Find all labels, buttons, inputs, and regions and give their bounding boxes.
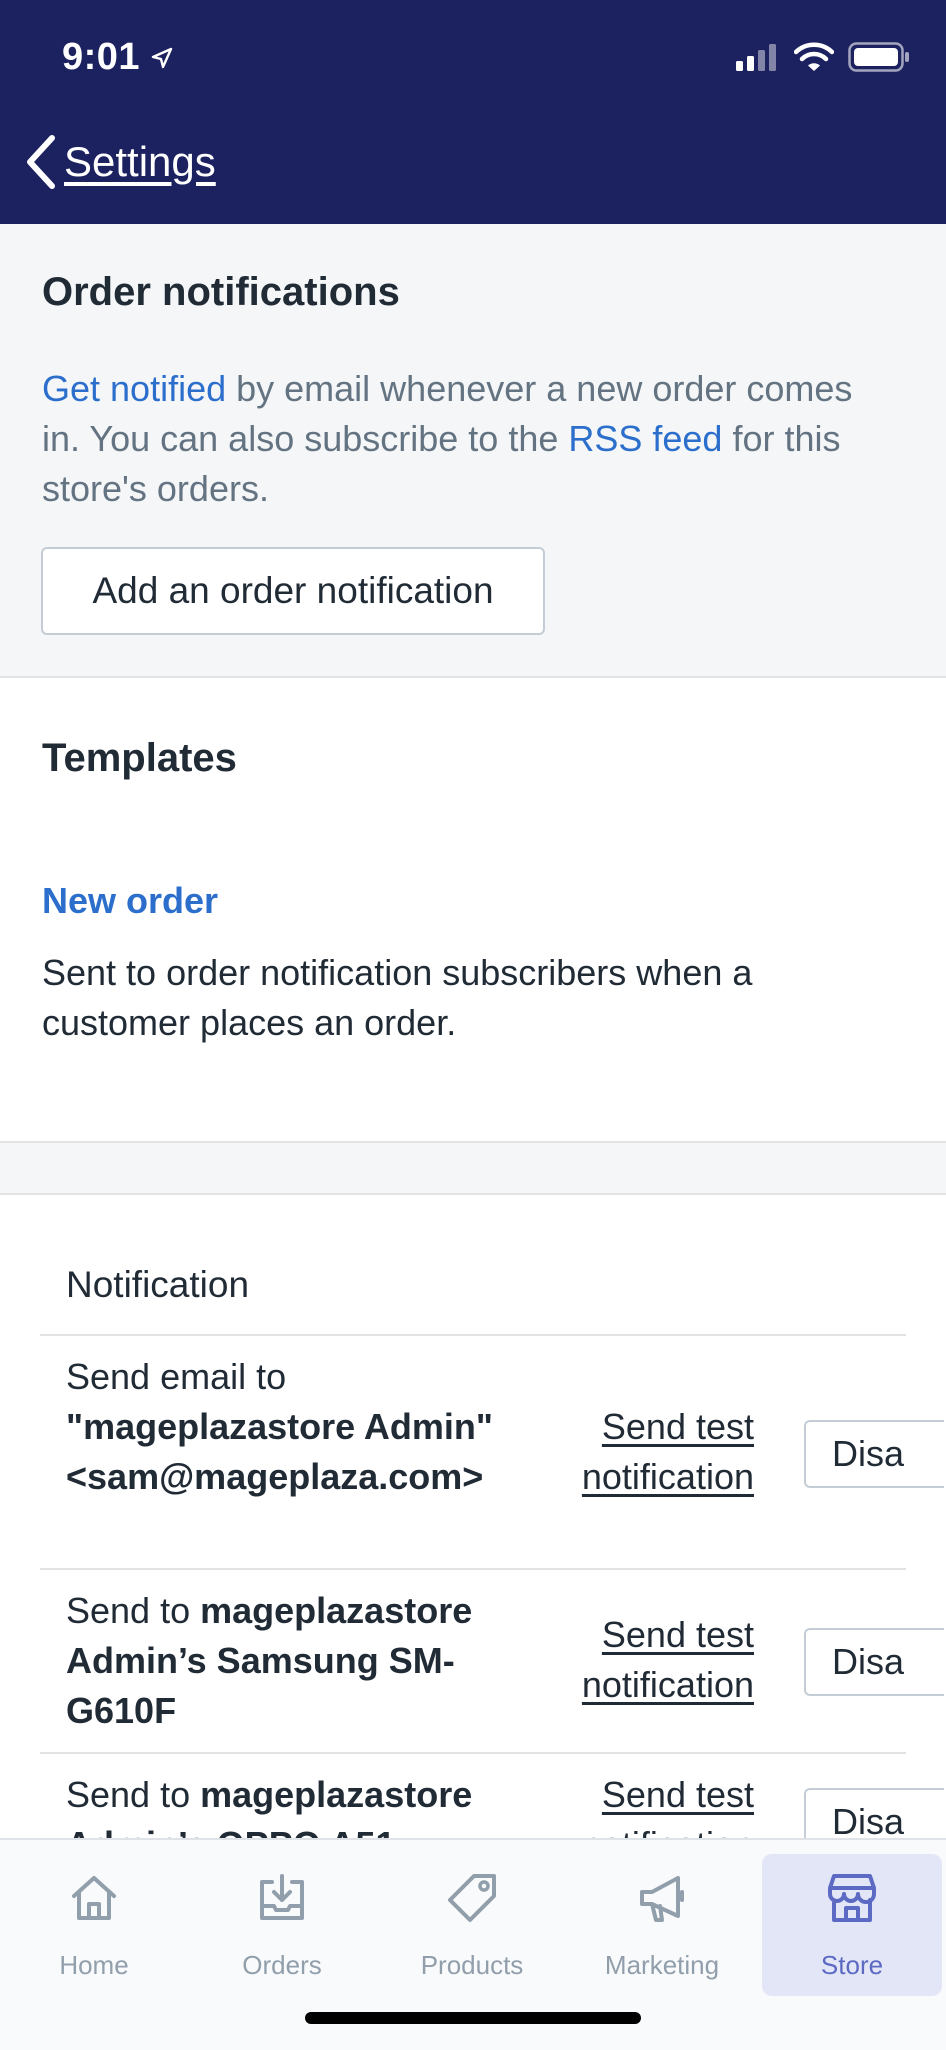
chevron-left-icon: [27, 135, 55, 189]
battery-icon: [848, 42, 909, 72]
tab-store[interactable]: Store: [762, 1854, 942, 1996]
store-icon: [828, 1874, 876, 1922]
table-row: Send email to "mageplazastore Admin" <sa…: [40, 1334, 944, 1568]
table-header-notification: Notification: [66, 1264, 250, 1305]
template-new-order-link[interactable]: New order: [42, 880, 218, 922]
get-notified-link[interactable]: Get notified: [42, 368, 226, 409]
section-title: Templates: [42, 736, 237, 780]
row-description: Send to mageplazastore Admin’s OPPO A51w: [66, 1774, 473, 1838]
location-arrow-icon: [151, 47, 173, 68]
table-row: Send to mageplazastore Admin’s Samsung S…: [40, 1568, 944, 1752]
tab-marketing[interactable]: Marketing: [572, 1854, 752, 1996]
home-indicator: [305, 2012, 641, 2024]
status-time: 9:01: [62, 36, 174, 79]
tab-orders[interactable]: Orders: [192, 1854, 372, 1996]
section-title: Order notifications: [42, 270, 400, 314]
send-test-notification-link[interactable]: Send test notification: [534, 1402, 754, 1502]
status-icons: [736, 42, 910, 72]
scroll-content[interactable]: Order notifications Get notified by emai…: [0, 0, 946, 1838]
wifi-icon: [794, 42, 834, 71]
back-button[interactable]: Settings: [22, 134, 216, 190]
section-divider: [0, 1141, 946, 1195]
cellular-signal-icon: [736, 44, 776, 71]
disable-button[interactable]: Disa: [804, 1420, 944, 1488]
tab-products[interactable]: Products: [382, 1854, 562, 1996]
send-test-notification-link[interactable]: Send test notification: [534, 1770, 754, 1838]
top-navigation-bar: 9:01 Settings: [0, 0, 946, 224]
order-notifications-description: Get notified by email whenever a new ord…: [42, 368, 853, 509]
home-icon: [72, 1876, 116, 1920]
back-label: Settings: [64, 138, 216, 185]
disable-button[interactable]: Disa: [804, 1628, 944, 1696]
rss-feed-link[interactable]: RSS feed: [568, 418, 722, 459]
row-description: Send email to "mageplazastore Admin" <sa…: [66, 1356, 493, 1497]
send-test-notification-link[interactable]: Send test notification: [534, 1610, 754, 1710]
add-order-notification-button[interactable]: Add an order notification: [41, 547, 545, 635]
products-tag-icon: [448, 1874, 496, 1922]
table-row: Send to mageplazastore Admin’s OPPO A51w…: [40, 1752, 944, 1838]
template-description: Sent to order notification subscribers w…: [42, 952, 753, 1043]
order-notifications-section: Order notifications Get notified by emai…: [0, 224, 946, 678]
orders-icon: [260, 1874, 304, 1920]
megaphone-icon: [640, 1876, 684, 1922]
disable-button[interactable]: Disa: [804, 1788, 944, 1838]
tab-home[interactable]: Home: [4, 1854, 184, 1996]
row-description: Send to mageplazastore Admin’s Samsung S…: [66, 1590, 473, 1731]
